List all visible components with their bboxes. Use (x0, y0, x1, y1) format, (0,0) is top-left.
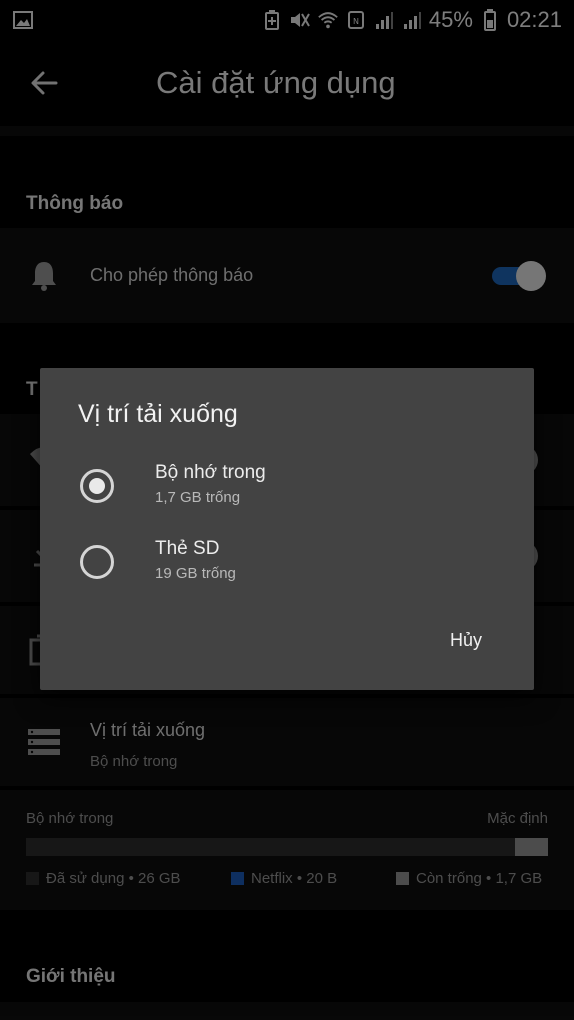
option-sub: 19 GB trống (155, 565, 236, 582)
option-internal-storage[interactable]: Bộ nhớ trong 1,7 GB trống (40, 452, 534, 522)
option-label: Thẻ SD (155, 538, 220, 559)
radio-unchecked-icon[interactable] (80, 545, 114, 579)
option-sd-card[interactable]: Thẻ SD 19 GB trống (40, 528, 534, 598)
download-location-dialog: Vị trí tải xuống Bộ nhớ trong 1,7 GB trố… (40, 368, 534, 690)
radio-checked-icon[interactable] (80, 469, 114, 503)
cancel-button[interactable]: Hủy (450, 630, 482, 651)
option-sub: 1,7 GB trống (155, 489, 241, 506)
dialog-title: Vị trí tải xuống (78, 400, 238, 428)
option-label: Bộ nhớ trong (155, 462, 266, 483)
